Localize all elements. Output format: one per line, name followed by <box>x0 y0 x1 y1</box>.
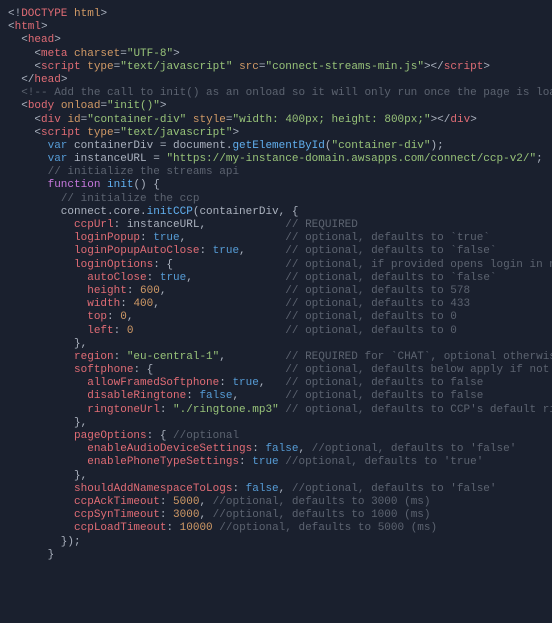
code-block: <!DOCTYPE html> <html> <head> <meta char… <box>8 8 544 562</box>
code-line: <!DOCTYPE html> <html> <head> <meta char… <box>8 8 552 561</box>
